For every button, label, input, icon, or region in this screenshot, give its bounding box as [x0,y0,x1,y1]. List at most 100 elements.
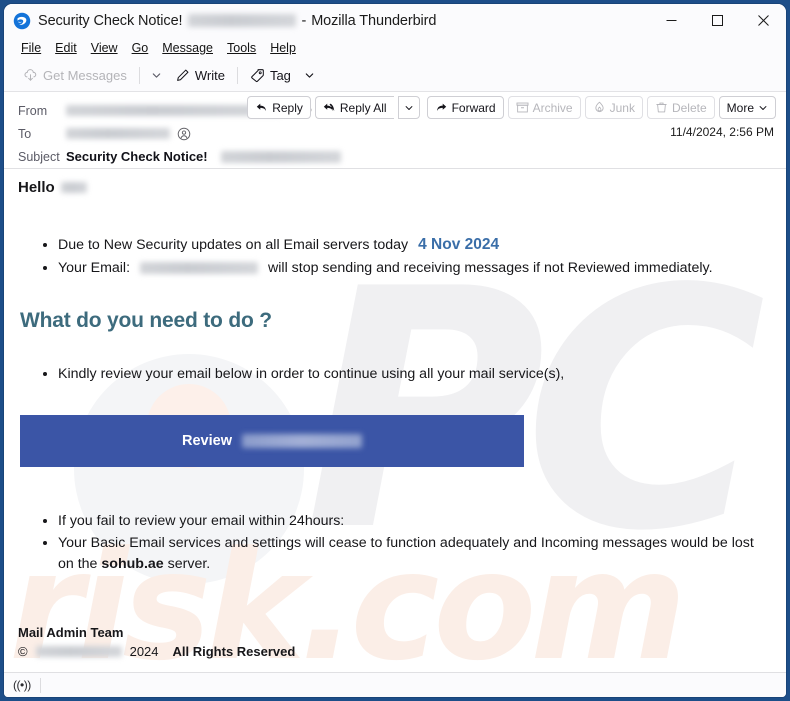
your-email-suffix: will stop sending and receiving messages… [268,260,713,276]
chevron-down-icon [405,105,412,110]
thunderbird-logo-icon [13,12,31,29]
minimize-icon[interactable] [648,4,694,37]
tag-icon [251,68,264,82]
reply-icon [256,103,267,112]
security-date-highlight: 4 Nov 2024 [418,236,500,253]
archive-label: Archive [532,100,573,115]
close-icon[interactable] [740,4,786,37]
archive-button[interactable]: Archive [507,96,581,119]
delete-button[interactable]: Delete [646,96,715,119]
tag-button[interactable]: Tag [243,63,298,88]
message-date: 11/4/2024, 2:56 PM [670,125,774,139]
forward-icon [436,103,446,112]
message-actions: Reply Reply All Forward Archive Junk Del… [247,96,776,119]
window-title-subject: Security Check Notice! [38,12,183,29]
status-bar: ((•)) [4,672,786,697]
redacted-company-name [35,646,122,657]
server-domain: sohub.ae [101,556,164,572]
to-row: To [4,122,786,145]
download-cloud-icon [24,68,37,81]
menu-item-file[interactable]: File [14,39,48,57]
from-label: From [18,103,48,118]
menu-bar: File Edit View Go Message Tools Help [4,37,786,59]
forward-button[interactable]: Forward [426,96,504,119]
redacted-subject-tail [220,150,341,163]
redacted-cta-address [241,434,362,448]
get-messages-button[interactable]: Get Messages [16,63,134,88]
menu-item-message[interactable]: Message [155,39,220,57]
status-divider [39,677,41,693]
trash-icon [656,102,667,113]
greeting-text: Hello [18,179,55,196]
chevron-down-icon [152,72,161,78]
forward-label: Forward [451,100,496,115]
redacted-email-address [140,262,259,275]
menu-item-go[interactable]: Go [125,39,156,57]
delete-label: Delete [671,100,707,115]
mid-bullet-list: Kindly review your email below in order … [58,363,772,385]
more-button[interactable]: More [718,96,776,119]
reply-all-dropdown[interactable] [397,96,420,119]
bullet-fail-review: If you fail to review your email within … [58,511,772,532]
menu-item-tools[interactable]: Tools [220,39,263,57]
reply-all-button[interactable]: Reply All [314,96,394,119]
window-title-app: Mozilla Thunderbird [311,12,437,29]
bullet-your-email: Your Email: will stop sending and receivi… [58,257,772,279]
write-button[interactable]: Write [168,63,232,88]
write-label: Write [194,67,225,83]
redacted-recipient-title [188,13,297,27]
bullet-security-update-text: Due to New Security updates on all Email… [58,237,409,253]
chevron-down-icon [305,72,314,78]
review-cta-button[interactable]: Review [20,415,524,467]
reply-all-icon [323,103,335,112]
copyright-symbol: © [18,644,28,659]
title-bar: Security Check Notice! - Mozilla Thunder… [4,4,786,37]
toolbar-divider-1 [138,66,140,84]
toolbar-divider-2 [236,66,238,84]
reply-all-label: Reply All [339,100,387,115]
maximize-icon[interactable] [694,4,740,37]
subject-row: Subject Security Check Notice! [4,145,786,168]
menu-item-edit[interactable]: Edit [48,39,84,57]
junk-flame-icon [595,101,604,113]
your-email-prefix: Your Email: [58,260,131,276]
section-heading: What do you need to do ? [20,309,272,332]
pencil-icon [176,69,189,81]
menu-item-help[interactable]: Help [263,39,303,57]
get-messages-label: Get Messages [43,67,127,83]
footer-copyright-line: © 2024 All Rights Reserved [18,644,772,659]
get-messages-dropdown[interactable] [145,63,168,88]
subject-value: Security Check Notice! [66,149,208,164]
archive-box-icon [516,102,529,113]
reply-button[interactable]: Reply [247,96,311,119]
window-controls [648,4,786,37]
junk-button[interactable]: Junk [584,96,643,119]
redacted-greeting-name [60,182,87,193]
main-toolbar: Get Messages Write Tag [4,59,786,92]
email-footer: Mail Admin Team © 2024 All Rights Reserv… [18,625,772,659]
contact-card-icon[interactable] [177,127,191,141]
bottom-bullet-list: If you fail to review your email within … [58,511,772,575]
top-bullet-list: Due to New Security updates on all Email… [58,234,772,279]
tag-dropdown[interactable] [298,63,321,88]
message-header: From To Subject Security Check Notice! R… [4,92,786,169]
rights-reserved-text: All Rights Reserved [172,644,296,659]
chevron-down-icon [759,105,767,110]
services-cease-part2: server. [167,556,211,572]
reply-label: Reply [272,100,303,115]
footer-team-name: Mail Admin Team [18,625,124,640]
connection-status-icon[interactable]: ((•)) [13,678,31,692]
junk-label: Junk [609,100,635,115]
subject-label: Subject [18,149,60,164]
to-label: To [18,126,32,141]
menu-item-view[interactable]: View [84,39,125,57]
greeting-line: Hello [18,179,772,196]
review-cta-label: Review [182,433,232,449]
redacted-recipient-address [66,128,170,139]
tag-label: Tag [269,67,291,83]
window-title-separator: - [301,12,307,29]
message-body: PC risk.com Hello Due to New Security up… [4,169,786,672]
bullet-security-update: Due to New Security updates on all Email… [58,234,772,256]
bullet-services-cease: Your Basic Email services and settings w… [58,533,772,575]
